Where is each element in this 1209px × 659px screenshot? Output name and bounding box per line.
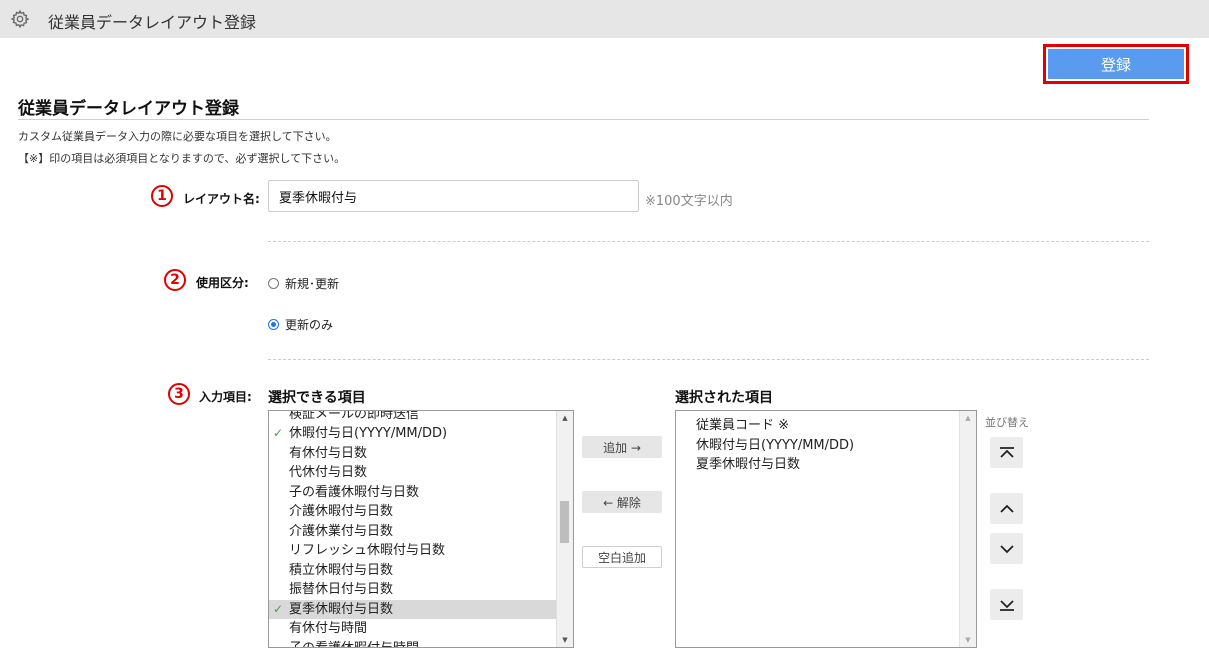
layout-name-input[interactable]: 夏季休暇付与	[268, 180, 639, 212]
available-list-item[interactable]: 有休付与日数	[269, 444, 557, 464]
move-top-button[interactable]	[990, 437, 1023, 468]
available-list-item-label: 子の看護休暇付与日数	[289, 484, 420, 500]
available-list-item[interactable]: 子の看護休暇付与日数	[269, 483, 557, 503]
gear-icon[interactable]	[10, 9, 30, 29]
scroll-down-arrow-icon[interactable]: ▼	[960, 633, 976, 647]
available-list-item[interactable]: 代休付与日数	[269, 463, 557, 483]
available-list-item-label: 有休付与日数	[289, 445, 368, 461]
selected-items-viewport: 従業員コード ※ 休暇付与日(YYYY/MM/DD) 夏季休暇付与日数	[676, 411, 960, 647]
move-bottom-icon	[999, 599, 1014, 611]
chevron-up-icon	[999, 504, 1014, 513]
available-items-title: 選択できる項目	[268, 390, 366, 406]
usage-option-update-only[interactable]: 更新のみ	[268, 316, 333, 333]
available-list-item[interactable]: 介護休暇付与日数	[269, 502, 557, 522]
scroll-thumb[interactable]	[560, 501, 569, 543]
register-button[interactable]: 登録	[1043, 44, 1189, 84]
available-list-item[interactable]: 検証メールの即時送信	[269, 411, 557, 424]
remove-button[interactable]: ← 解除	[582, 491, 662, 513]
selected-items-list[interactable]: 従業員コード ※ 休暇付与日(YYYY/MM/DD) 夏季休暇付与日数 ▲ ▼	[675, 410, 977, 648]
marker-1: 1	[151, 185, 173, 207]
available-list-item[interactable]: ✓ 夏季休暇付与日数	[269, 599, 557, 619]
marker-2: 2	[164, 269, 186, 291]
available-list-item-label: 介護休暇付与日数	[289, 504, 394, 519]
available-list-item[interactable]: 介護休業付与日数	[269, 522, 557, 542]
radio-update-only[interactable]	[268, 319, 279, 330]
window-title: 従業員データレイアウト登録	[48, 13, 257, 32]
checkmark-icon: ✓	[273, 601, 284, 616]
move-top-icon	[999, 446, 1014, 458]
scroll-down-arrow-icon[interactable]: ▼	[557, 633, 573, 647]
available-list-item[interactable]: リフレッシュ休暇付与日数	[269, 541, 557, 561]
available-list-item-label: 子の看護休暇付与時間	[289, 641, 419, 648]
available-list-item[interactable]: 子の看護休暇付与時間	[269, 639, 557, 648]
description-line-1: カスタム従業員データ入力の際に必要な項目を選択して下さい。	[18, 130, 337, 143]
radio-new-update[interactable]	[268, 278, 279, 289]
layout-name-label: レイアウト名:	[183, 192, 260, 206]
section-divider	[268, 241, 1149, 242]
selected-list-item[interactable]: 休暇付与日(YYYY/MM/DD)	[696, 434, 854, 453]
available-items-viewport: 検証メールの即時送信 ✓ 休暇付与日(YYYY/MM/DD) 有休付与日数 代休付与日数…	[269, 411, 557, 647]
register-button-label: 登録	[1048, 49, 1184, 79]
available-list-item-label: 夏季休暇付与日数	[289, 601, 394, 617]
available-list-item[interactable]: ✓ 休暇付与日(YYYY/MM/DD)	[269, 424, 557, 444]
available-list-item-label: 検証メールの即時送信	[289, 411, 420, 422]
section-divider	[268, 359, 1149, 360]
checkmark-icon: ✓	[273, 426, 284, 440]
sort-label: 並び替え	[985, 416, 1029, 429]
usage-option-new-update[interactable]: 新規･更新	[268, 275, 339, 292]
add-blank-button[interactable]: 空白追加	[582, 546, 662, 568]
selected-list-item[interactable]: 夏季休暇付与日数	[696, 453, 800, 472]
marker-3: 3	[168, 383, 190, 405]
available-items-list[interactable]: 検証メールの即時送信 ✓ 休暇付与日(YYYY/MM/DD) 有休付与日数 代休付与日数…	[268, 410, 574, 648]
title-divider	[18, 119, 1149, 120]
available-list-item[interactable]: 振替休日付与日数	[269, 580, 557, 600]
usage-option-label: 更新のみ	[285, 318, 334, 332]
available-list-item-label: 休暇付与日(YYYY/MM/DD)	[289, 426, 448, 441]
available-list-scrollbar[interactable]: ▲ ▼	[556, 411, 573, 647]
available-list-item-label: 有休付与時間	[289, 621, 368, 636]
available-list-item-label: 振替休日付与日数	[289, 582, 394, 597]
chevron-down-icon	[999, 544, 1014, 553]
page-title: 従業員データレイアウト登録	[18, 99, 239, 119]
available-list-item-label: 積立休暇付与日数	[289, 562, 394, 578]
available-list-item[interactable]: 有休付与時間	[269, 619, 557, 639]
available-list-item-label: 介護休業付与日数	[289, 523, 394, 539]
layout-name-hint: ※100文字以内	[645, 194, 733, 209]
input-items-label: 入力項目:	[199, 390, 252, 404]
selected-list-scrollbar[interactable]: ▲ ▼	[959, 411, 976, 647]
usage-label: 使用区分:	[196, 276, 249, 290]
scroll-up-arrow-icon[interactable]: ▲	[557, 411, 573, 425]
selected-list-item[interactable]: 従業員コード ※	[696, 414, 789, 433]
move-up-button[interactable]	[990, 493, 1023, 524]
add-button[interactable]: 追加 →	[582, 436, 662, 458]
available-list-item-label: リフレッシュ休暇付与日数	[289, 543, 446, 558]
available-list-item-label: 代休付与日数	[289, 465, 368, 480]
available-list-item[interactable]: 積立休暇付与日数	[269, 561, 557, 581]
selected-items-title: 選択された項目	[675, 390, 773, 406]
scroll-up-arrow-icon[interactable]: ▲	[960, 411, 976, 425]
description-line-2: 【※】印の項目は必須項目となりますので、必ず選択して下さい。	[18, 152, 346, 165]
move-down-button[interactable]	[990, 533, 1023, 564]
usage-option-label: 新規･更新	[285, 277, 340, 291]
move-bottom-button[interactable]	[990, 589, 1023, 620]
